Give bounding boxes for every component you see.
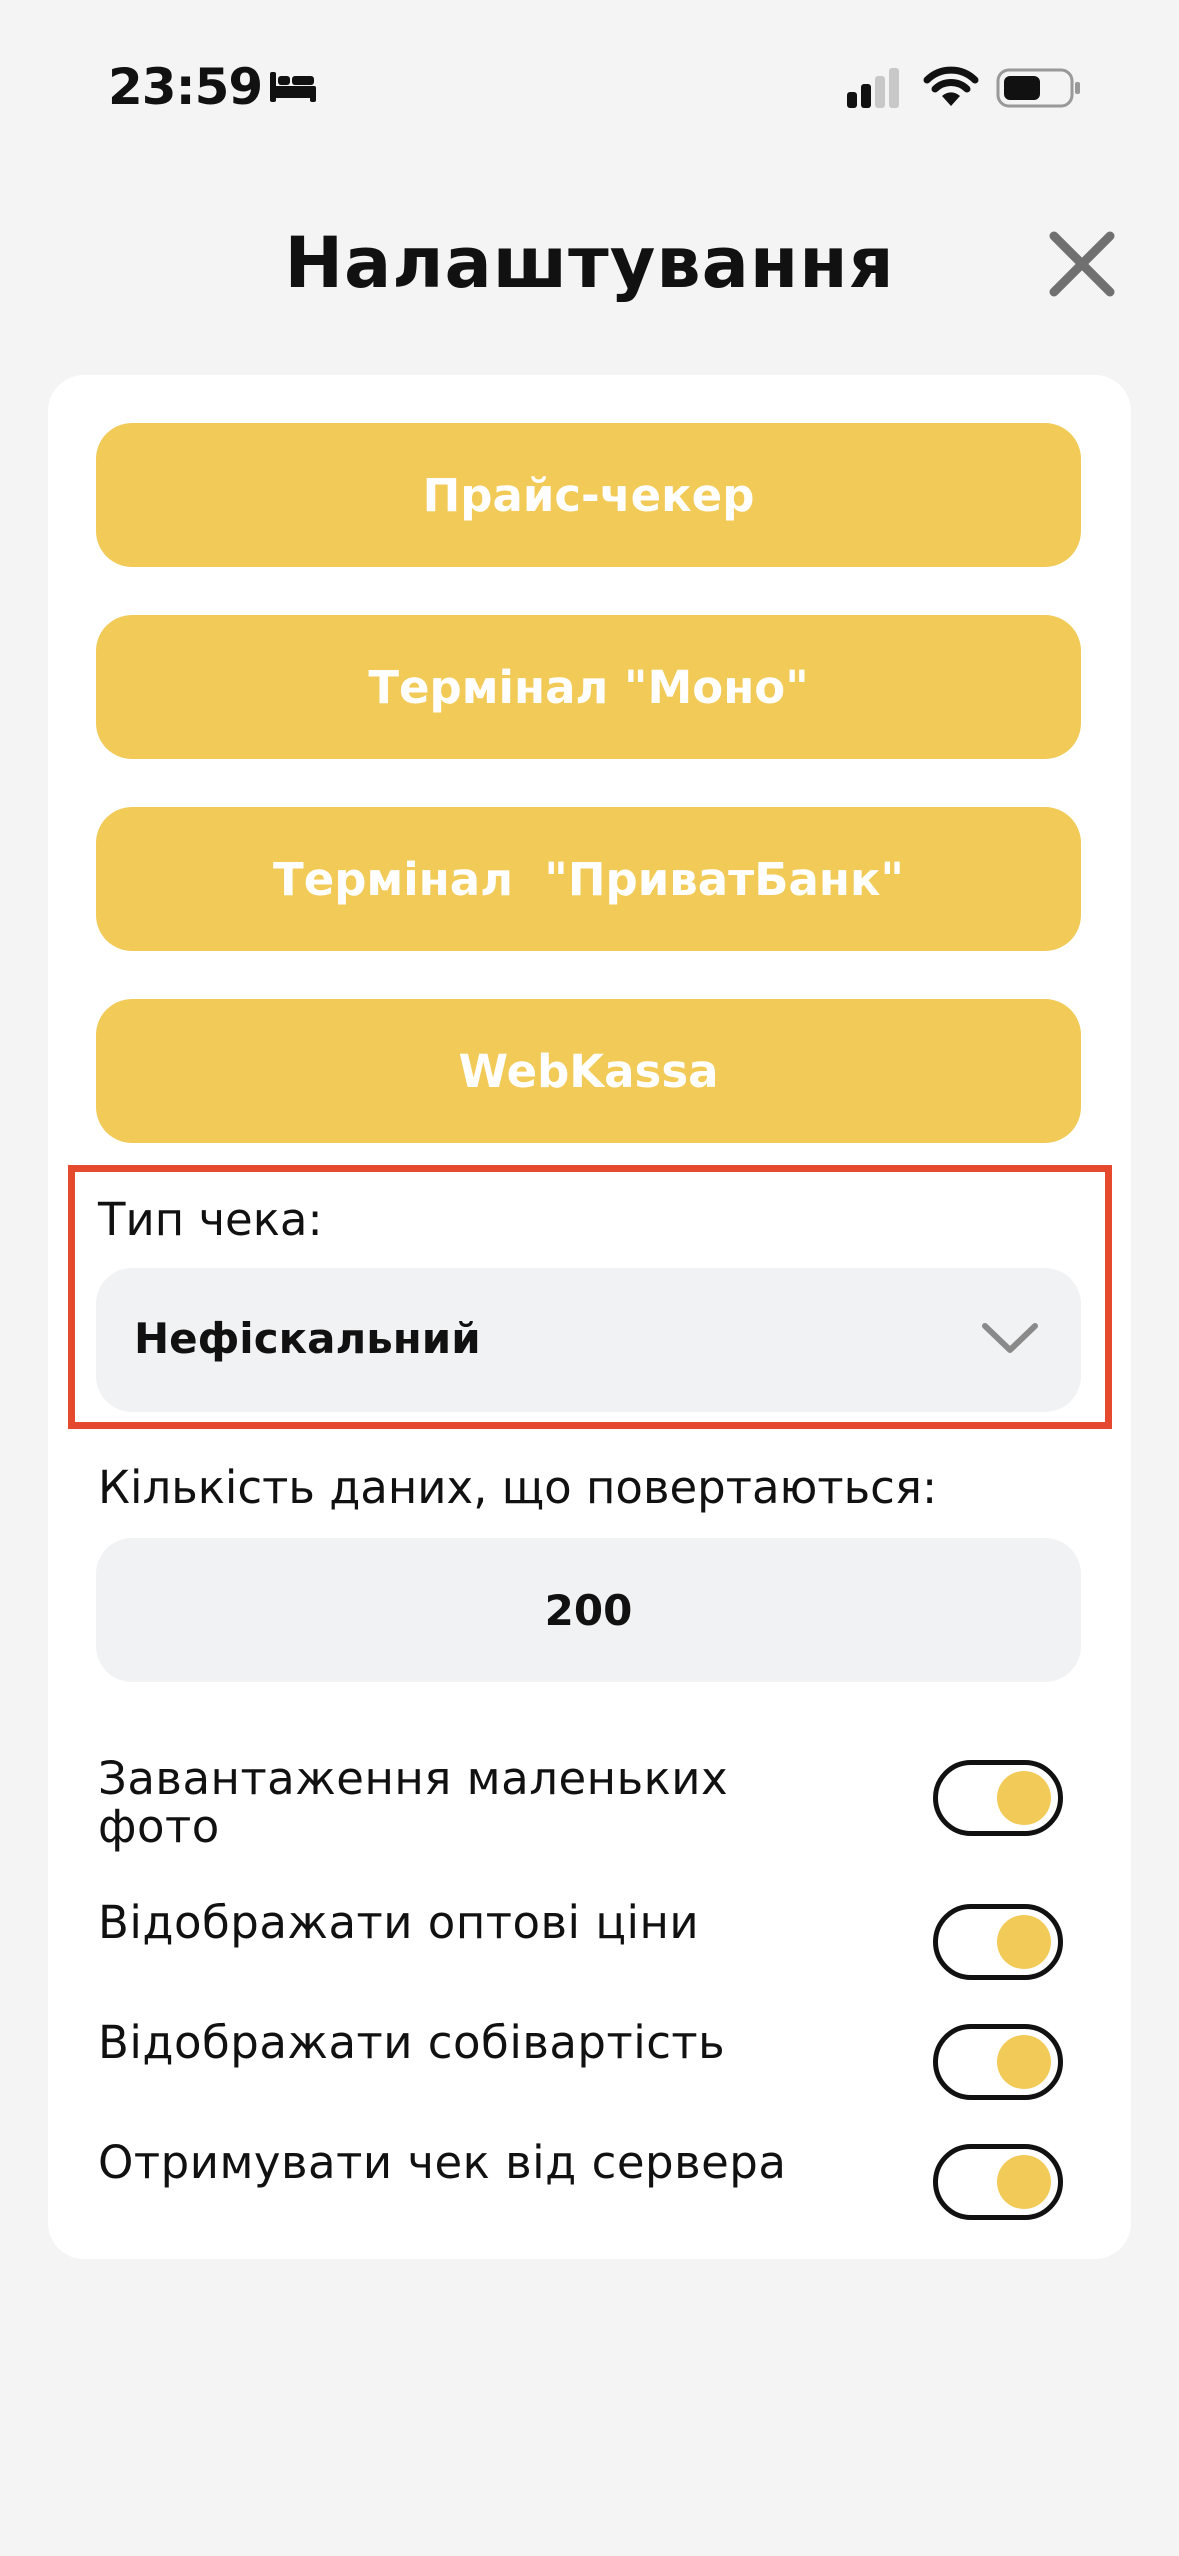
- webkassa-button[interactable]: WebKassa: [96, 999, 1081, 1143]
- toggle-label-wholesale-prices: Відображати оптові ціни: [98, 1896, 700, 1949]
- bed-icon: [270, 72, 316, 102]
- wifi-icon: [923, 66, 979, 106]
- toggle-knob: [997, 2155, 1051, 2209]
- settings-card: Прайс-чекер Термінал "Моно" Термінал "Пр…: [48, 375, 1131, 2259]
- toggle-wholesale-prices[interactable]: [933, 1904, 1063, 1980]
- toggle-knob: [997, 1771, 1051, 1825]
- toggle-label-server-receipt: Отримувати чек від сервера: [98, 2136, 787, 2189]
- highlight-box: [68, 1165, 1112, 1429]
- toggle-knob: [997, 1915, 1051, 1969]
- battery-icon: [996, 68, 1080, 108]
- page-title: Налаштування: [284, 222, 895, 304]
- terminal-privatbank-button[interactable]: Термінал "ПриватБанк": [96, 807, 1081, 951]
- toggle-label-cost-price: Відображати собівартість: [98, 2016, 726, 2069]
- toggle-server-receipt[interactable]: [933, 2144, 1063, 2220]
- price-checker-button[interactable]: Прайс-чекер: [96, 423, 1081, 567]
- close-icon[interactable]: [1044, 226, 1120, 302]
- status-bar: 23:59: [0, 0, 1179, 170]
- returned-count-label: Кількість даних, що повертаються:: [98, 1461, 938, 1514]
- status-time: 23:59: [108, 58, 263, 116]
- toggle-cost-price[interactable]: [933, 2024, 1063, 2100]
- terminal-mono-button[interactable]: Термінал "Моно": [96, 615, 1081, 759]
- toggle-label-small-photos: Завантаження маленьких фото: [98, 1752, 729, 1853]
- returned-count-input[interactable]: 200: [96, 1538, 1081, 1682]
- toggle-knob: [997, 2035, 1051, 2089]
- cellular-signal-icon: [847, 68, 899, 108]
- toggle-small-photos[interactable]: [933, 1760, 1063, 1836]
